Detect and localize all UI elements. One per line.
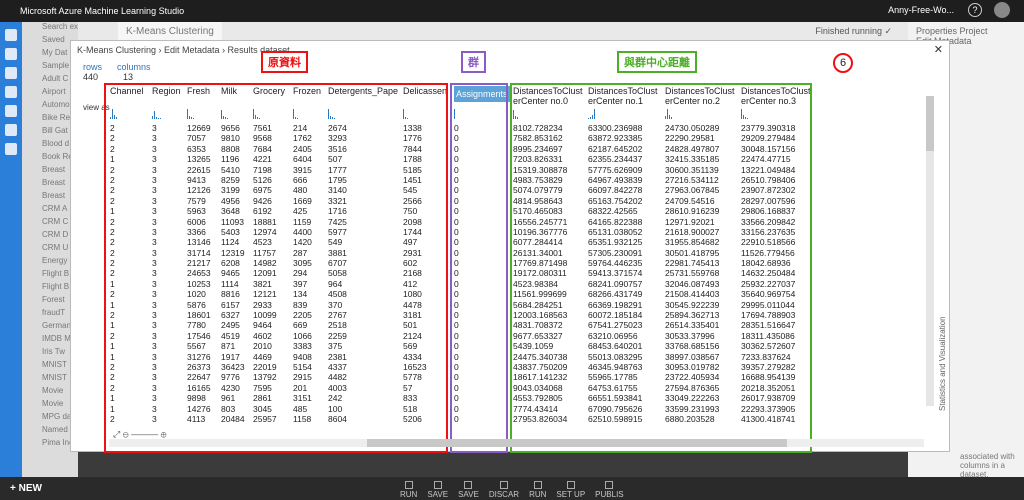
breadcrumb: K-Means Clustering › Edit Metadata › Res… [77, 45, 290, 55]
project-tab[interactable]: Project [960, 26, 988, 36]
cluster-label: 群 [461, 51, 486, 73]
gear-icon[interactable] [5, 143, 17, 155]
horizontal-scroll-thumb[interactable] [367, 439, 787, 447]
canvas-tabbar: K-Means Clustering Finished running ✓ [78, 22, 908, 42]
command-save[interactable]: SAVE [427, 481, 448, 499]
distance-label: 與群中心距離 [617, 51, 697, 73]
raw-data-label: 原資料 [261, 51, 308, 73]
command-icon [404, 481, 413, 489]
palette-item[interactable]: Search experiment [22, 22, 78, 35]
command-icon [433, 481, 442, 489]
command-run[interactable]: RUN [529, 481, 546, 499]
command-icon [499, 481, 508, 489]
properties-tab[interactable]: Properties [916, 26, 957, 36]
vertical-scrollbar[interactable] [926, 96, 934, 406]
help-icon[interactable]: ? [968, 3, 982, 17]
rows-value: 440 [83, 72, 99, 82]
bottom-command-bar: + NEW RUN SAVE SAVE DISCAR RUN SET UP PUBLIS [0, 477, 1024, 500]
experiments-icon[interactable] [5, 29, 17, 41]
raw-data-highlight [104, 83, 448, 453]
zoom-controls[interactable]: ⤢ ⊖ ——— ⊕ [113, 429, 166, 440]
dataset-icon[interactable] [5, 86, 17, 98]
user-name[interactable]: Anny-Free-Wo... [888, 5, 954, 15]
cube-icon[interactable] [5, 124, 17, 136]
distance-highlight [510, 83, 812, 453]
horizontal-scrollbar[interactable] [109, 439, 924, 447]
close-icon[interactable]: ✕ [934, 43, 943, 56]
trained-model-icon[interactable] [5, 105, 17, 117]
experiment-tab[interactable]: K-Means Clustering [118, 22, 222, 42]
command-icon [566, 481, 575, 489]
command-icon [533, 481, 542, 489]
command-save[interactable]: SAVE [458, 481, 479, 499]
new-button[interactable]: + NEW [10, 483, 42, 494]
app-title: Microsoft Azure Machine Learning Studio [20, 6, 185, 16]
rows-label: rows [83, 62, 103, 72]
command-icon [605, 481, 614, 489]
avatar[interactable] [994, 2, 1010, 18]
step-number-badge: 6 [833, 53, 853, 73]
command-discar[interactable]: DISCAR [489, 481, 519, 499]
columns-label: columns [117, 62, 151, 72]
scroll-thumb[interactable] [926, 96, 934, 151]
left-nav [0, 22, 22, 477]
statistics-panel-label[interactable]: Statistics and Visualization [938, 81, 949, 411]
globe-icon[interactable] [5, 67, 17, 79]
context-help: associated with columns in a dataset. [960, 452, 1015, 479]
command-icon [464, 481, 473, 489]
cluster-highlight [450, 83, 508, 453]
columns-value: 13 [123, 72, 134, 82]
dataset-summary: rows columns 440 13 [83, 62, 151, 82]
command-publis[interactable]: PUBLIS [595, 481, 624, 499]
results-dialog: K-Means Clustering › Edit Metadata › Res… [70, 40, 950, 453]
command-run[interactable]: RUN [400, 481, 417, 499]
command-set-up[interactable]: SET UP [556, 481, 585, 499]
flask-icon[interactable] [5, 48, 17, 60]
title-bar: Microsoft Azure Machine Learning Studio … [0, 0, 1024, 22]
run-status: Finished running ✓ [815, 26, 892, 36]
